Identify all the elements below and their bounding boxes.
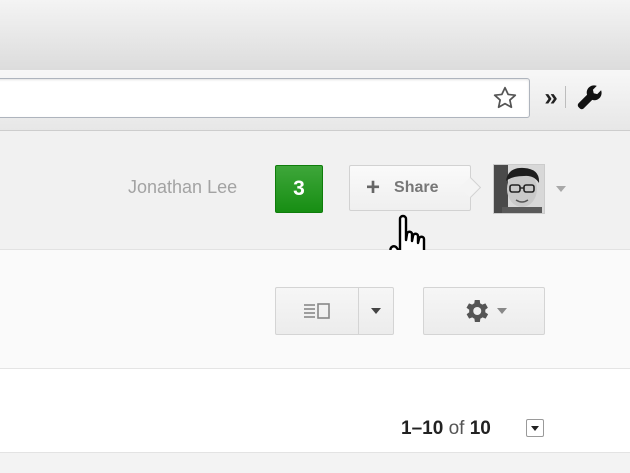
profile-photo bbox=[494, 165, 544, 213]
avatar[interactable] bbox=[493, 164, 545, 214]
gear-icon bbox=[466, 300, 489, 322]
share-label: Share bbox=[394, 179, 439, 196]
view-options-dropdown[interactable] bbox=[358, 287, 394, 335]
page-range: 1–10 bbox=[401, 418, 444, 439]
toolbar-divider bbox=[565, 86, 566, 108]
bookmark-star-button[interactable] bbox=[490, 84, 520, 112]
caret-down-icon bbox=[497, 308, 507, 314]
notification-badge[interactable]: 3 bbox=[275, 165, 323, 213]
extensions-overflow-button[interactable]: » bbox=[540, 84, 562, 112]
chevron-double-right-icon: » bbox=[544, 84, 558, 111]
pagination-count: 1–10 of 10 bbox=[401, 418, 491, 440]
pagination-menu-button[interactable] bbox=[526, 419, 544, 437]
user-name[interactable]: Jonathan Lee bbox=[128, 177, 237, 198]
split-pane-icon bbox=[304, 303, 330, 319]
caret-down-icon bbox=[556, 186, 566, 192]
share-button[interactable]: + Share bbox=[349, 165, 471, 211]
address-bar[interactable] bbox=[0, 78, 530, 118]
account-menu-caret[interactable] bbox=[554, 183, 568, 195]
pagination-of: of bbox=[448, 418, 465, 439]
view-toggle-button[interactable] bbox=[275, 287, 359, 335]
star-icon bbox=[493, 86, 517, 109]
wrench-icon bbox=[577, 85, 602, 110]
caret-down-icon bbox=[531, 425, 539, 431]
plus-icon: + bbox=[366, 174, 381, 201]
browser-frame bbox=[0, 0, 630, 70]
caret-down-icon bbox=[371, 308, 381, 314]
total-count: 10 bbox=[469, 418, 491, 439]
settings-button[interactable] bbox=[423, 287, 545, 335]
browser-menu-button[interactable] bbox=[574, 82, 606, 112]
message-row[interactable] bbox=[0, 452, 630, 473]
